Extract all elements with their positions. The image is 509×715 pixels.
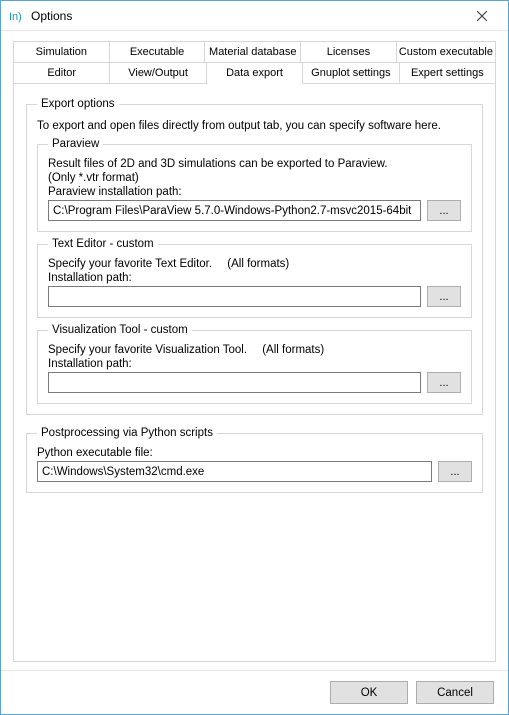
- tab-simulation[interactable]: Simulation: [14, 42, 110, 63]
- close-button[interactable]: [462, 4, 502, 28]
- tab-strip: Simulation Executable Material database …: [13, 41, 496, 84]
- paraview-legend: Paraview: [48, 138, 103, 150]
- dialog-footer: OK Cancel: [1, 670, 508, 714]
- export-options-legend: Export options: [37, 98, 119, 110]
- ok-button[interactable]: OK: [330, 681, 408, 704]
- vis-tool-desc: Specify your favorite Visualization Tool…: [48, 344, 247, 356]
- tab-data-export[interactable]: Data export: [207, 63, 303, 84]
- tab-expert-settings[interactable]: Expert settings: [400, 63, 496, 84]
- python-browse-button[interactable]: ...: [438, 461, 472, 482]
- tab-view-output[interactable]: View/Output: [110, 63, 206, 84]
- export-options-intro: To export and open files directly from o…: [37, 120, 472, 132]
- text-editor-line1: Specify your favorite Text Editor. (All …: [48, 258, 461, 270]
- tab-gnuplot-settings[interactable]: Gnuplot settings: [303, 63, 399, 84]
- text-editor-legend: Text Editor - custom: [48, 238, 158, 250]
- text-editor-group: Text Editor - custom Specify your favori…: [37, 238, 472, 318]
- export-options-group: Export options To export and open files …: [26, 98, 483, 415]
- app-icon: In): [9, 8, 25, 24]
- vis-tool-browse-button[interactable]: ...: [427, 372, 461, 393]
- paraview-line2: (Only *.vtr format): [48, 172, 461, 184]
- paraview-path-input[interactable]: [48, 200, 421, 221]
- close-icon: [477, 11, 487, 21]
- titlebar: In) Options: [1, 1, 508, 31]
- vis-tool-line1: Specify your favorite Visualization Tool…: [48, 344, 461, 356]
- postprocessing-group: Postprocessing via Python scripts Python…: [26, 427, 483, 493]
- python-path-input[interactable]: [37, 461, 432, 482]
- vis-tool-path-label: Installation path:: [48, 358, 461, 370]
- text-editor-path-label: Installation path:: [48, 272, 461, 284]
- content-area: Simulation Executable Material database …: [1, 31, 508, 670]
- paraview-group: Paraview Result files of 2D and 3D simul…: [37, 138, 472, 232]
- postprocessing-legend: Postprocessing via Python scripts: [37, 427, 217, 439]
- tab-material-database[interactable]: Material database: [205, 42, 301, 63]
- vis-tool-path-input[interactable]: [48, 372, 421, 393]
- python-path-label: Python executable file:: [37, 447, 472, 459]
- tab-licenses[interactable]: Licenses: [301, 42, 397, 63]
- tab-executable[interactable]: Executable: [110, 42, 206, 63]
- tab-custom-executable[interactable]: Custom executable: [397, 42, 496, 63]
- tab-editor[interactable]: Editor: [14, 63, 110, 84]
- cancel-button[interactable]: Cancel: [416, 681, 494, 704]
- options-window: In) Options Simulation Executable Materi…: [0, 0, 509, 715]
- text-editor-desc: Specify your favorite Text Editor.: [48, 258, 212, 270]
- vis-tool-legend: Visualization Tool - custom: [48, 324, 192, 336]
- svg-text:In): In): [9, 11, 22, 23]
- paraview-line1: Result files of 2D and 3D simulations ca…: [48, 158, 461, 170]
- paraview-browse-button[interactable]: ...: [427, 200, 461, 221]
- vis-tool-formats: (All formats): [262, 344, 324, 356]
- vis-tool-group: Visualization Tool - custom Specify your…: [37, 324, 472, 404]
- text-editor-formats: (All formats): [227, 258, 289, 270]
- paraview-path-label: Paraview installation path:: [48, 186, 461, 198]
- text-editor-path-input[interactable]: [48, 286, 421, 307]
- text-editor-browse-button[interactable]: ...: [427, 286, 461, 307]
- tab-panel-data-export: Export options To export and open files …: [13, 84, 496, 662]
- window-title: Options: [31, 9, 462, 23]
